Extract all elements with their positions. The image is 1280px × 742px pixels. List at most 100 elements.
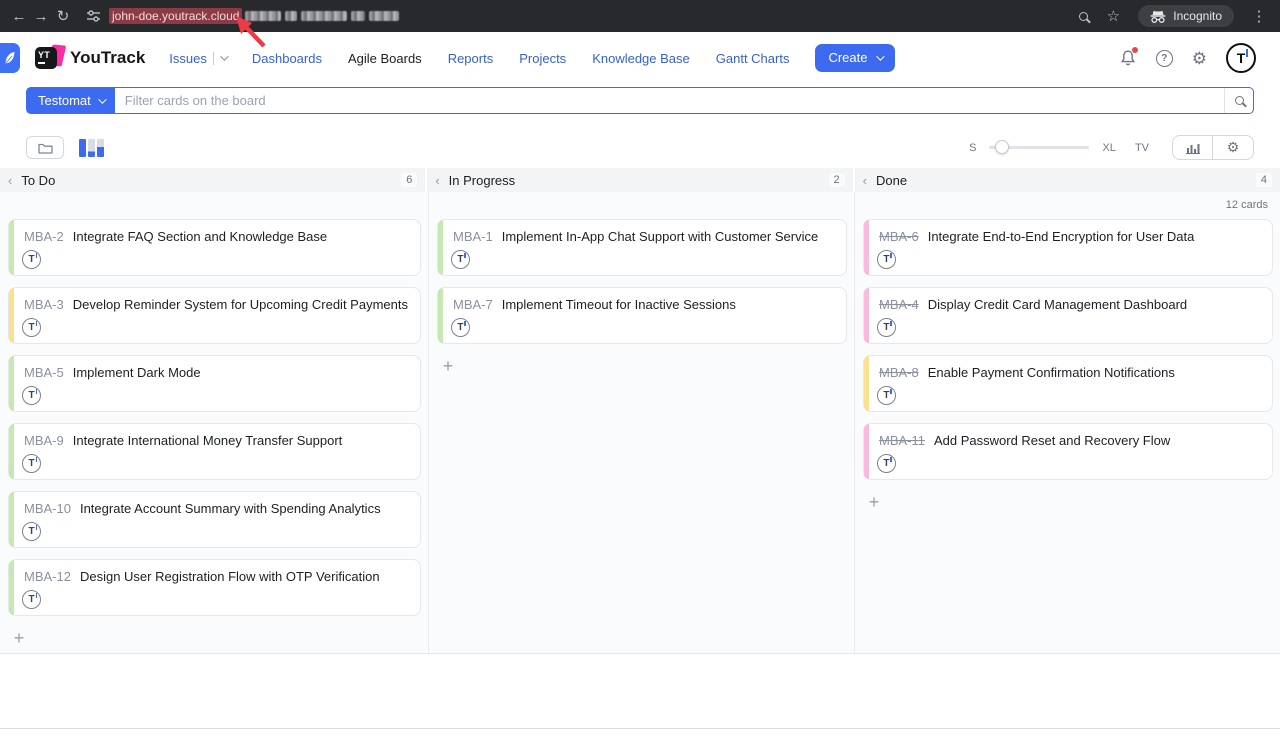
assignee-avatar[interactable]: T bbox=[22, 250, 41, 269]
issue-id[interactable]: MBA-12 bbox=[24, 569, 71, 584]
assignee-avatar[interactable]: T bbox=[22, 522, 41, 541]
board-header-row: ‹ To Do 6 ‹ In Progress 2 ‹ Done 4 bbox=[0, 168, 1280, 192]
browser-back-icon[interactable]: ← bbox=[8, 9, 30, 24]
issue-id[interactable]: MBA-7 bbox=[453, 297, 493, 312]
help-icon[interactable]: ? bbox=[1156, 50, 1173, 67]
issue-card[interactable]: MBA-3 Develop Reminder System for Upcomi… bbox=[8, 287, 421, 344]
zoom-icon[interactable] bbox=[1079, 12, 1088, 21]
issue-card[interactable]: MBA-10 Integrate Account Summary with Sp… bbox=[8, 491, 421, 548]
notifications-bell-icon[interactable] bbox=[1119, 49, 1137, 67]
nav-item-label: Knowledge Base bbox=[592, 51, 690, 66]
column-header[interactable]: ‹ To Do 6 bbox=[0, 168, 425, 192]
add-card-button[interactable]: + bbox=[10, 629, 28, 647]
issue-id[interactable]: MBA-11 bbox=[879, 433, 925, 448]
browser-reload-icon[interactable]: ↻ bbox=[52, 9, 74, 24]
nav-item[interactable]: Knowledge Base bbox=[592, 51, 690, 66]
bookmark-star-icon[interactable]: ☆ bbox=[1102, 9, 1124, 24]
nav-item[interactable]: Issues bbox=[169, 51, 226, 66]
site-info-icon[interactable] bbox=[86, 9, 101, 23]
issue-card[interactable]: MBA-9 Integrate International Money Tran… bbox=[8, 423, 421, 480]
card-priority-stripe bbox=[864, 220, 869, 275]
assignee-avatar[interactable]: T bbox=[451, 318, 470, 337]
issue-id[interactable]: MBA-8 bbox=[879, 365, 919, 380]
issue-card[interactable]: MBA-11 Add Password Reset and Recovery F… bbox=[863, 423, 1273, 480]
issue-id[interactable]: MBA-6 bbox=[879, 229, 919, 244]
backlog-folder-button[interactable] bbox=[26, 136, 64, 159]
issue-id[interactable]: MBA-5 bbox=[24, 365, 64, 380]
nav-item[interactable]: Dashboards bbox=[252, 51, 322, 66]
board-selector-button[interactable]: Testomat bbox=[27, 88, 115, 113]
header-icons: ? ⚙ T bbox=[1119, 43, 1256, 73]
card-size-slider[interactable] bbox=[989, 146, 1089, 149]
issue-title: Develop Reminder System for Upcoming Cre… bbox=[73, 297, 408, 312]
sprint-progress-chart-icon[interactable] bbox=[79, 139, 104, 157]
avatar-letter: T bbox=[883, 322, 889, 333]
chevron-down-icon[interactable] bbox=[220, 52, 228, 60]
issue-id[interactable]: MBA-1 bbox=[453, 229, 493, 244]
browser-forward-icon[interactable]: → bbox=[30, 9, 52, 24]
issue-id[interactable]: MBA-2 bbox=[24, 229, 64, 244]
card-priority-stripe bbox=[9, 220, 14, 275]
user-avatar[interactable]: T bbox=[1226, 43, 1256, 73]
assignee-avatar[interactable]: T bbox=[22, 386, 41, 405]
extension-tab[interactable] bbox=[0, 43, 20, 73]
tv-mode-button[interactable]: TV bbox=[1135, 142, 1149, 154]
add-card-button[interactable]: + bbox=[439, 357, 457, 375]
assignee-avatar[interactable]: T bbox=[451, 250, 470, 269]
issue-id[interactable]: MBA-3 bbox=[24, 297, 64, 312]
issue-title: Integrate Account Summary with Spending … bbox=[80, 501, 381, 516]
assignee-avatar[interactable]: T bbox=[22, 590, 41, 609]
create-button[interactable]: Create bbox=[815, 44, 894, 72]
assignee-avatar[interactable]: T bbox=[877, 250, 896, 269]
nav-item[interactable]: Projects bbox=[519, 51, 566, 66]
card-priority-stripe bbox=[9, 424, 14, 479]
column-title: Done bbox=[876, 173, 907, 188]
column-header[interactable]: ‹ In Progress 2 bbox=[427, 168, 852, 192]
issue-card[interactable]: MBA-5 Implement Dark Mode T bbox=[8, 355, 421, 412]
card-priority-stripe bbox=[9, 356, 14, 411]
issue-card[interactable]: MBA-7 Implement Timeout for Inactive Ses… bbox=[437, 287, 847, 344]
youtrack-logo[interactable]: YT YouTrack bbox=[35, 46, 145, 71]
assignee-avatar[interactable]: T bbox=[877, 386, 896, 405]
browser-menu-icon[interactable]: ⋮ bbox=[1248, 9, 1270, 24]
assignee-avatar[interactable]: T bbox=[877, 318, 896, 337]
issue-card[interactable]: MBA-6 Integrate End-to-End Encryption fo… bbox=[863, 219, 1273, 276]
card-priority-stripe bbox=[9, 492, 14, 547]
issue-id[interactable]: MBA-9 bbox=[24, 433, 64, 448]
chart-button[interactable] bbox=[1172, 135, 1213, 160]
issue-card[interactable]: MBA-12 Design User Registration Flow wit… bbox=[8, 559, 421, 616]
browser-chrome: ← → ↻ john-doe.youtrack.cloud ☆ bbox=[0, 0, 1280, 32]
avatar-letter: T bbox=[28, 594, 34, 605]
settings-gear-icon[interactable]: ⚙ bbox=[1192, 50, 1207, 67]
card-priority-stripe bbox=[9, 288, 14, 343]
board-column: MBA-1 Implement In-App Chat Support with… bbox=[428, 192, 854, 653]
filter-input[interactable] bbox=[115, 88, 1224, 113]
collapse-column-icon[interactable]: ‹ bbox=[863, 173, 867, 188]
redacted-url-segment bbox=[245, 11, 399, 21]
issue-card[interactable]: MBA-2 Integrate FAQ Section and Knowledg… bbox=[8, 219, 421, 276]
nav-item-label: Reports bbox=[448, 51, 494, 66]
collapse-column-icon[interactable]: ‹ bbox=[8, 173, 12, 188]
search-button[interactable] bbox=[1224, 88, 1253, 113]
column-header[interactable]: ‹ Done 4 bbox=[855, 168, 1280, 192]
assignee-avatar[interactable]: T bbox=[22, 318, 41, 337]
nav-item[interactable]: Gantt Charts bbox=[716, 51, 790, 66]
add-card-button[interactable]: + bbox=[865, 493, 883, 511]
gear-icon: ⚙ bbox=[1227, 139, 1240, 156]
issue-card[interactable]: MBA-1 Implement In-App Chat Support with… bbox=[437, 219, 847, 276]
slider-knob[interactable] bbox=[995, 140, 1009, 154]
nav-item[interactable]: Reports bbox=[448, 51, 494, 66]
collapse-column-icon[interactable]: ‹ bbox=[435, 173, 439, 188]
assignee-avatar[interactable]: T bbox=[22, 454, 41, 473]
nav-item[interactable]: Agile Boards bbox=[348, 51, 422, 66]
url-text[interactable]: john-doe.youtrack.cloud bbox=[109, 8, 242, 24]
issue-id[interactable]: MBA-4 bbox=[879, 297, 919, 312]
search-icon bbox=[1235, 96, 1244, 105]
issue-card[interactable]: MBA-4 Display Credit Card Management Das… bbox=[863, 287, 1273, 344]
assignee-avatar[interactable]: T bbox=[877, 454, 896, 473]
issue-card[interactable]: MBA-8 Enable Payment Confirmation Notifi… bbox=[863, 355, 1273, 412]
issue-id[interactable]: MBA-10 bbox=[24, 501, 71, 516]
issue-title: Enable Payment Confirmation Notification… bbox=[928, 365, 1175, 380]
address-bar[interactable]: john-doe.youtrack.cloud bbox=[80, 8, 1079, 24]
board-settings-button[interactable]: ⚙ bbox=[1213, 135, 1254, 160]
